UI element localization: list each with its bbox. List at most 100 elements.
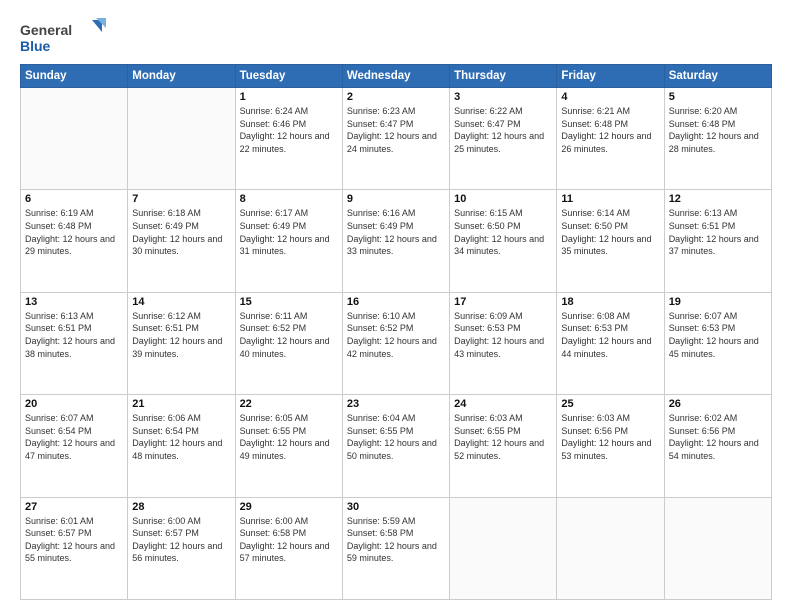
day-info: Sunrise: 6:15 AMSunset: 6:50 PMDaylight:… [454,207,552,257]
calendar-cell: 6 Sunrise: 6:19 AMSunset: 6:48 PMDaylight… [21,190,128,292]
calendar-cell: 14 Sunrise: 6:12 AMSunset: 6:51 PMDayligh… [128,292,235,394]
calendar-cell: 16Sunrise: 6:10 AMSunset: 6:52 PMDayligh… [342,292,449,394]
calendar-cell: 30 Sunrise: 5:59 AMSunset: 6:58 PMDayligh… [342,497,449,599]
day-info: Sunrise: 6:24 AMSunset: 6:46 PMDaylight:… [240,105,338,155]
day-number: 22 [240,398,338,410]
day-number: 27 [25,501,123,513]
calendar-cell: 18 Sunrise: 6:08 AMSunset: 6:53 PMDayligh… [557,292,664,394]
calendar-table: SundayMondayTuesdayWednesdayThursdayFrid… [20,64,772,600]
day-info: Sunrise: 6:00 AMSunset: 6:58 PMDaylight:… [240,515,338,565]
day-number: 24 [454,398,552,410]
day-info: Sunrise: 6:07 AMSunset: 6:54 PMDaylight:… [25,412,123,462]
day-number: 5 [669,91,767,103]
day-info: Sunrise: 6:13 AMSunset: 6:51 PMDaylight:… [669,207,767,257]
day-info: Sunrise: 6:11 AMSunset: 6:52 PMDaylight:… [240,310,338,360]
calendar-cell: 17Sunrise: 6:09 AMSunset: 6:53 PMDayligh… [450,292,557,394]
calendar-cell: 8 Sunrise: 6:17 AMSunset: 6:49 PMDaylight… [235,190,342,292]
day-info: Sunrise: 6:02 AMSunset: 6:56 PMDaylight:… [669,412,767,462]
logo-svg: General Blue [20,18,110,60]
day-info: Sunrise: 6:17 AMSunset: 6:49 PMDaylight:… [240,207,338,257]
svg-text:General: General [20,22,72,38]
day-number: 15 [240,296,338,308]
day-info: Sunrise: 6:19 AMSunset: 6:48 PMDaylight:… [25,207,123,257]
day-info: Sunrise: 6:22 AMSunset: 6:47 PMDaylight:… [454,105,552,155]
calendar-week-row: 6 Sunrise: 6:19 AMSunset: 6:48 PMDaylight… [21,190,772,292]
svg-text:Blue: Blue [20,38,51,54]
day-number: 12 [669,193,767,205]
weekday-header-monday: Monday [128,65,235,88]
day-number: 14 [132,296,230,308]
day-number: 18 [561,296,659,308]
calendar-cell: 4 Sunrise: 6:21 AMSunset: 6:48 PMDaylight… [557,88,664,190]
day-info: Sunrise: 6:01 AMSunset: 6:57 PMDaylight:… [25,515,123,565]
day-number: 3 [454,91,552,103]
day-info: Sunrise: 6:09 AMSunset: 6:53 PMDaylight:… [454,310,552,360]
day-number: 6 [25,193,123,205]
day-number: 21 [132,398,230,410]
calendar-cell [557,497,664,599]
weekday-header-tuesday: Tuesday [235,65,342,88]
day-number: 29 [240,501,338,513]
day-number: 1 [240,91,338,103]
calendar-cell [450,497,557,599]
calendar-cell: 25 Sunrise: 6:03 AMSunset: 6:56 PMDayligh… [557,395,664,497]
weekday-header-friday: Friday [557,65,664,88]
calendar-cell [21,88,128,190]
calendar-cell: 15 Sunrise: 6:11 AMSunset: 6:52 PMDayligh… [235,292,342,394]
calendar-cell: 23Sunrise: 6:04 AMSunset: 6:55 PMDayligh… [342,395,449,497]
calendar-cell: 1 Sunrise: 6:24 AMSunset: 6:46 PMDaylight… [235,88,342,190]
day-number: 23 [347,398,445,410]
weekday-header-saturday: Saturday [664,65,771,88]
weekday-header-wednesday: Wednesday [342,65,449,88]
day-info: Sunrise: 6:08 AMSunset: 6:53 PMDaylight:… [561,310,659,360]
day-info: Sunrise: 6:16 AMSunset: 6:49 PMDaylight:… [347,207,445,257]
day-number: 30 [347,501,445,513]
page: General Blue SundayMondayTuesdayWednesda… [0,0,792,612]
day-number: 2 [347,91,445,103]
calendar-week-row: 27 Sunrise: 6:01 AMSunset: 6:57 PMDayligh… [21,497,772,599]
day-info: Sunrise: 6:12 AMSunset: 6:51 PMDaylight:… [132,310,230,360]
calendar-cell: 20 Sunrise: 6:07 AMSunset: 6:54 PMDayligh… [21,395,128,497]
calendar-cell: 26 Sunrise: 6:02 AMSunset: 6:56 PMDayligh… [664,395,771,497]
calendar-cell: 24 Sunrise: 6:03 AMSunset: 6:55 PMDayligh… [450,395,557,497]
day-info: Sunrise: 6:03 AMSunset: 6:56 PMDaylight:… [561,412,659,462]
day-info: Sunrise: 6:18 AMSunset: 6:49 PMDaylight:… [132,207,230,257]
day-number: 19 [669,296,767,308]
day-info: Sunrise: 6:21 AMSunset: 6:48 PMDaylight:… [561,105,659,155]
calendar-cell: 5 Sunrise: 6:20 AMSunset: 6:48 PMDaylight… [664,88,771,190]
calendar-week-row: 13 Sunrise: 6:13 AMSunset: 6:51 PMDayligh… [21,292,772,394]
calendar-cell: 12 Sunrise: 6:13 AMSunset: 6:51 PMDayligh… [664,190,771,292]
day-info: Sunrise: 6:03 AMSunset: 6:55 PMDaylight:… [454,412,552,462]
header: General Blue [20,18,772,60]
calendar-cell [664,497,771,599]
day-number: 28 [132,501,230,513]
calendar-cell [128,88,235,190]
calendar-cell: 27 Sunrise: 6:01 AMSunset: 6:57 PMDayligh… [21,497,128,599]
day-info: Sunrise: 6:23 AMSunset: 6:47 PMDaylight:… [347,105,445,155]
calendar-cell: 10Sunrise: 6:15 AMSunset: 6:50 PMDayligh… [450,190,557,292]
weekday-header-row: SundayMondayTuesdayWednesdayThursdayFrid… [21,65,772,88]
day-number: 25 [561,398,659,410]
calendar-cell: 13 Sunrise: 6:13 AMSunset: 6:51 PMDayligh… [21,292,128,394]
calendar-cell: 21Sunrise: 6:06 AMSunset: 6:54 PMDayligh… [128,395,235,497]
calendar-cell: 9 Sunrise: 6:16 AMSunset: 6:49 PMDaylight… [342,190,449,292]
day-number: 26 [669,398,767,410]
day-number: 16 [347,296,445,308]
calendar-cell: 22Sunrise: 6:05 AMSunset: 6:55 PMDayligh… [235,395,342,497]
day-info: Sunrise: 6:14 AMSunset: 6:50 PMDaylight:… [561,207,659,257]
day-info: Sunrise: 6:00 AMSunset: 6:57 PMDaylight:… [132,515,230,565]
day-info: Sunrise: 5:59 AMSunset: 6:58 PMDaylight:… [347,515,445,565]
day-info: Sunrise: 6:07 AMSunset: 6:53 PMDaylight:… [669,310,767,360]
day-number: 4 [561,91,659,103]
calendar-cell: 7Sunrise: 6:18 AMSunset: 6:49 PMDaylight… [128,190,235,292]
day-number: 20 [25,398,123,410]
weekday-header-sunday: Sunday [21,65,128,88]
weekday-header-thursday: Thursday [450,65,557,88]
day-number: 8 [240,193,338,205]
day-info: Sunrise: 6:20 AMSunset: 6:48 PMDaylight:… [669,105,767,155]
calendar-cell: 2 Sunrise: 6:23 AMSunset: 6:47 PMDaylight… [342,88,449,190]
calendar-cell: 11Sunrise: 6:14 AMSunset: 6:50 PMDayligh… [557,190,664,292]
day-number: 9 [347,193,445,205]
day-info: Sunrise: 6:13 AMSunset: 6:51 PMDaylight:… [25,310,123,360]
day-number: 13 [25,296,123,308]
